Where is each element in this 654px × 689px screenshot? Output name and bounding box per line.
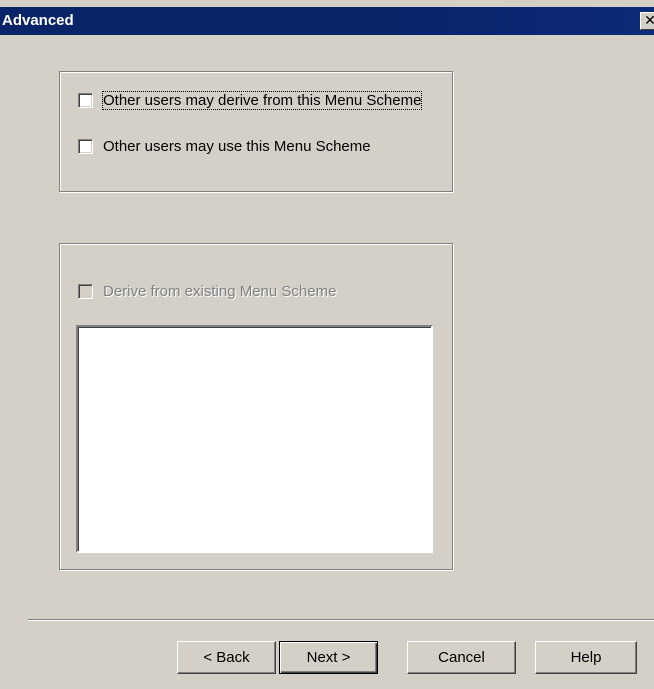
- derive-permission-label[interactable]: Other users may derive from this Menu Sc…: [101, 91, 423, 110]
- menu-scheme-listbox[interactable]: [76, 325, 433, 553]
- use-permission-checkbox[interactable]: [78, 139, 93, 154]
- derive-existing-checkbox: [78, 284, 93, 299]
- title-bar: Advanced ✕: [0, 7, 654, 35]
- advanced-dialog: Advanced ✕ Other users may derive from t…: [0, 0, 654, 689]
- back-button[interactable]: < Back: [177, 641, 276, 674]
- derive-existing-option: Derive from existing Menu Scheme: [78, 283, 336, 300]
- permissions-group: [59, 71, 453, 192]
- close-button[interactable]: ✕: [640, 12, 654, 30]
- derive-permission-option[interactable]: Other users may derive from this Menu Sc…: [78, 91, 423, 110]
- help-button[interactable]: Help: [535, 641, 637, 674]
- window-title: Advanced: [2, 12, 74, 29]
- derive-permission-checkbox[interactable]: [78, 93, 93, 108]
- derive-existing-label: Derive from existing Menu Scheme: [103, 283, 337, 300]
- use-permission-option[interactable]: Other users may use this Menu Scheme: [78, 138, 371, 155]
- use-permission-label[interactable]: Other users may use this Menu Scheme: [103, 138, 371, 155]
- cancel-button[interactable]: Cancel: [407, 641, 516, 674]
- close-icon: ✕: [644, 12, 654, 28]
- next-button[interactable]: Next >: [279, 641, 378, 674]
- button-separator: [28, 619, 654, 621]
